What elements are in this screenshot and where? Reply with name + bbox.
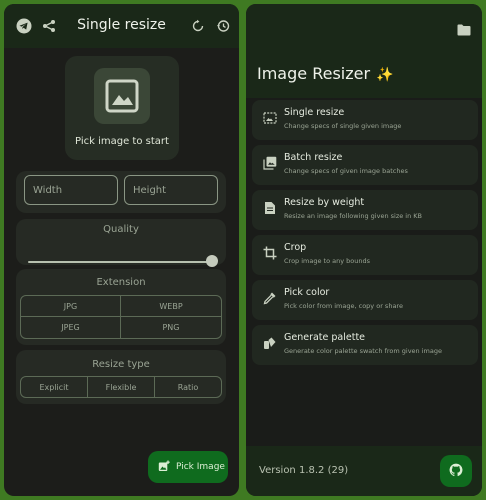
width-field[interactable]: Width bbox=[24, 175, 118, 205]
menu-item-resize-by-weight[interactable]: Resize by weight Resize an image followi… bbox=[252, 190, 478, 230]
extension-option-jpg[interactable]: JPG bbox=[21, 296, 121, 317]
photo-size-icon bbox=[262, 110, 278, 126]
quality-slider-track[interactable] bbox=[28, 261, 212, 263]
menu-item-single-resize[interactable]: Single resize Change specs of single giv… bbox=[252, 100, 478, 140]
extension-option-webp[interactable]: WEBP bbox=[121, 296, 221, 317]
github-button[interactable] bbox=[440, 455, 472, 487]
extension-option-png[interactable]: PNG bbox=[121, 317, 221, 338]
menu-item-title: Single resize bbox=[284, 107, 345, 118]
height-field[interactable]: Height bbox=[124, 175, 218, 205]
menu-item-title: Batch resize bbox=[284, 152, 343, 163]
image-placeholder-icon bbox=[94, 68, 150, 124]
resize-type-card: Resize type Explicit Flexible Ratio bbox=[16, 350, 226, 404]
app-title: Image Resizer ✨ bbox=[257, 64, 393, 83]
document-icon bbox=[262, 200, 278, 216]
extension-card: Extension JPG WEBP JPEG PNG bbox=[16, 269, 226, 345]
menu-header: Image Resizer ✨ bbox=[246, 4, 482, 98]
resize-type-ratio[interactable]: Ratio bbox=[155, 377, 221, 397]
resize-type-flexible[interactable]: Flexible bbox=[88, 377, 155, 397]
history-icon[interactable] bbox=[211, 14, 235, 38]
dimensions-card: Width Height bbox=[16, 171, 226, 213]
menu-item-pick-color[interactable]: Pick color Pick color from image, copy o… bbox=[252, 280, 478, 320]
extension-option-jpeg[interactable]: JPEG bbox=[21, 317, 121, 338]
pick-image-button[interactable]: Pick Image bbox=[148, 451, 228, 483]
extension-label: Extension bbox=[96, 277, 146, 288]
version-label: Version 1.8.2 (29) bbox=[259, 465, 349, 476]
menu-item-crop[interactable]: Crop Crop image to any bounds bbox=[252, 235, 478, 275]
crop-icon bbox=[262, 245, 278, 261]
photo-library-icon bbox=[262, 155, 278, 171]
extension-options: JPG WEBP JPEG PNG bbox=[20, 295, 222, 339]
menu-item-subtitle: Change specs of given image batches bbox=[284, 167, 408, 175]
menu-item-title: Crop bbox=[284, 242, 307, 253]
quality-label: Quality bbox=[103, 224, 139, 235]
folder-icon[interactable] bbox=[452, 18, 476, 42]
telegram-icon[interactable] bbox=[12, 14, 36, 38]
sparkles-icon: ✨ bbox=[376, 67, 394, 83]
menu-item-subtitle: Change specs of single given image bbox=[284, 122, 402, 130]
bottom-bar: Version 1.8.2 (29) bbox=[246, 446, 482, 496]
resize-type-options: Explicit Flexible Ratio bbox=[20, 376, 222, 398]
single-resize-screen: Single resize Pick image to start Width … bbox=[4, 4, 239, 496]
main-menu-screen: Image Resizer ✨ Single resize Change spec… bbox=[246, 4, 482, 496]
app-title-text: Image Resizer bbox=[257, 64, 371, 83]
share-icon[interactable] bbox=[37, 14, 61, 38]
pick-image-preview[interactable]: Pick image to start bbox=[65, 56, 179, 160]
menu-item-batch-resize[interactable]: Batch resize Change specs of given image… bbox=[252, 145, 478, 185]
menu-item-generate-palette[interactable]: Generate palette Generate color palette … bbox=[252, 325, 478, 365]
menu-item-subtitle: Resize an image following given size in … bbox=[284, 212, 423, 220]
quality-card: Quality bbox=[16, 219, 226, 267]
eyedropper-icon bbox=[262, 290, 278, 306]
menu-item-title: Resize by weight bbox=[284, 197, 365, 208]
pick-image-caption: Pick image to start bbox=[75, 136, 169, 147]
pick-image-label: Pick Image bbox=[176, 462, 225, 472]
menu-item-subtitle: Pick color from image, copy or share bbox=[284, 302, 403, 310]
resize-type-explicit[interactable]: Explicit bbox=[21, 377, 88, 397]
menu-item-title: Pick color bbox=[284, 287, 330, 298]
reset-icon[interactable] bbox=[186, 14, 210, 38]
github-icon bbox=[449, 462, 463, 481]
quality-slider-thumb[interactable] bbox=[206, 255, 218, 267]
menu-item-subtitle: Generate color palette swatch from given… bbox=[284, 347, 442, 355]
top-app-bar: Single resize bbox=[4, 4, 239, 48]
resize-type-label: Resize type bbox=[92, 359, 150, 370]
menu-item-subtitle: Crop image to any bounds bbox=[284, 257, 371, 265]
add-photo-icon bbox=[158, 460, 170, 475]
menu-item-title: Generate palette bbox=[284, 332, 366, 343]
palette-swatch-icon bbox=[262, 335, 278, 351]
page-title: Single resize bbox=[77, 17, 166, 33]
